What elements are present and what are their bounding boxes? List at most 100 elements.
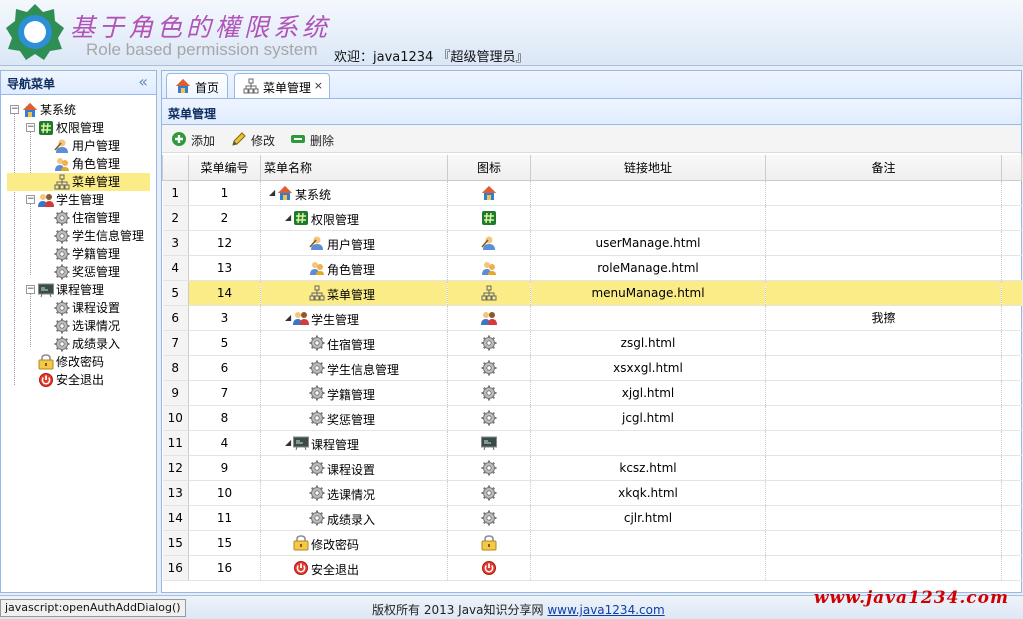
tree-node-grade-entry[interactable]: 成绩录入 [1,335,156,353]
cell-note [765,205,1002,231]
table-row[interactable]: 8 6 学生信息管理 xsxxgl.html [162,355,1022,381]
cell-url: menuManage.html [530,280,766,306]
table-row[interactable]: 2 2 ◢ 权限管理 [162,205,1022,231]
table-row[interactable]: 10 8 奖惩管理 jcgl.html [162,405,1022,431]
table-row[interactable]: 14 11 成绩录入 cjlr.html [162,505,1022,531]
gear-icon [54,336,70,352]
cell-name: ◢ 权限管理 [260,205,448,231]
table-row[interactable]: 1 1 ◢ 某系统 [162,180,1022,206]
cell-note [765,230,1002,256]
chalkboard-icon [481,435,497,451]
users-icon [309,260,325,276]
hash-icon [481,210,497,226]
double-chevron-left-icon[interactable]: « [138,72,148,91]
gear-icon [309,385,325,401]
cell-name: 学生信息管理 [260,355,448,381]
tab-menu-manage[interactable]: 菜单管理 × [234,73,330,100]
cell-name: 角色管理 [260,255,448,281]
site-link[interactable]: www.java1234.com [547,603,664,617]
table-row[interactable]: 6 3 ◢ 学生管理 我擦 [162,305,1022,331]
row-number: 13 [162,480,189,506]
cell-note [765,555,1002,581]
cell-name: ◢ 课程管理 [260,430,448,456]
table-row[interactable]: 13 10 选课情况 xkqk.html [162,480,1022,506]
org-chart-icon [309,285,325,301]
cell-name: 住宿管理 [260,330,448,356]
cell-url [530,180,766,206]
tree-node-course[interactable]: − 课程管理 [1,281,156,299]
students-icon [481,310,497,326]
table-row[interactable]: 15 15 修改密码 [162,530,1022,556]
row-number: 15 [162,530,189,556]
students-icon [38,192,54,208]
tree-node-course-select[interactable]: 选课情况 [1,317,156,335]
tree-node-menu-manage[interactable]: 菜单管理 [7,173,150,191]
org-chart-icon [481,285,497,301]
home-icon [22,102,38,118]
gear-icon [309,335,325,351]
row-number: 2 [162,205,189,231]
table-row[interactable]: 7 5 住宿管理 zsgl.html [162,330,1022,356]
col-header-icon[interactable]: 图标 [447,155,531,181]
cell-id: 10 [188,480,261,506]
users-icon [481,260,497,276]
cell-id: 8 [188,405,261,431]
gear-icon [481,485,497,501]
tree-expand-icon[interactable]: ◢ [269,188,275,197]
cell-name: 修改密码 [260,530,448,556]
tree-node-user-manage[interactable]: 用户管理 [1,137,156,155]
table-row[interactable]: 12 9 课程设置 kcsz.html [162,455,1022,481]
table-row[interactable]: 5 14 菜单管理 menuManage.html [162,280,1022,306]
tree-node-enroll[interactable]: 学籍管理 [1,245,156,263]
table-row[interactable]: 3 12 用户管理 userManage.html [162,230,1022,256]
tab-home[interactable]: 首页 [166,73,228,99]
cell-note [765,405,1002,431]
table-row[interactable]: 11 4 ◢ 课程管理 [162,430,1022,456]
row-number: 1 [162,180,189,206]
col-header-url[interactable]: 链接地址 [530,155,766,181]
cell-id: 3 [188,305,261,331]
table-row[interactable]: 16 16 安全退出 [162,555,1022,581]
cell-note [765,330,1002,356]
hash-icon [38,120,54,136]
cell-spacer [1001,430,1022,456]
tree-node-reward[interactable]: 奖惩管理 [1,263,156,281]
cell-id: 7 [188,380,261,406]
cell-id: 13 [188,255,261,281]
scrollbar-header-spacer [1001,155,1022,181]
tree-node-role-manage[interactable]: 角色管理 [1,155,156,173]
tree-expand-icon[interactable]: ◢ [285,438,291,447]
col-header-id[interactable]: 菜单编号 [188,155,261,181]
tree-expand-icon[interactable]: ◢ [285,313,291,322]
tree-node-dorm[interactable]: 住宿管理 [1,209,156,227]
app-subtitle: Role based permission system [86,40,318,59]
tree-node-logout[interactable]: 安全退出 [1,371,156,389]
cell-url: zsgl.html [530,330,766,356]
close-icon[interactable]: × [314,79,323,92]
table-row[interactable]: 9 7 学籍管理 xjgl.html [162,380,1022,406]
cell-note [765,480,1002,506]
row-number: 3 [162,230,189,256]
chalkboard-icon [38,282,54,298]
tree-node-student[interactable]: − 学生管理 [1,191,156,209]
row-number: 12 [162,455,189,481]
tree-node-student-info[interactable]: 学生信息管理 [1,227,156,245]
tree-node-course-setting[interactable]: 课程设置 [1,299,156,317]
col-header-note[interactable]: 备注 [765,155,1002,181]
tree-node-change-password[interactable]: 修改密码 [1,353,156,371]
tree-node-root[interactable]: − 某系统 [1,101,156,119]
tree-node-permission[interactable]: − 权限管理 [1,119,156,137]
exit-icon [38,372,54,388]
panel-title: 菜单管理 [168,107,217,121]
table-header-row: 菜单编号 菜单名称 图标 链接地址 备注 [162,155,1022,181]
cell-name: 用户管理 [260,230,448,256]
footer: javascript:openAuthAddDialog() 版权所有 2013… [0,588,1023,619]
cell-name: ◢ 学生管理 [260,305,448,331]
cell-url: roleManage.html [530,255,766,281]
cell-name: 菜单管理 [260,280,448,306]
tree-expand-icon[interactable]: ◢ [285,213,291,222]
col-header-name[interactable]: 菜单名称 [260,155,448,181]
table-row[interactable]: 4 13 角色管理 roleManage.html [162,255,1022,281]
cell-note [765,180,1002,206]
cell-id: 6 [188,355,261,381]
